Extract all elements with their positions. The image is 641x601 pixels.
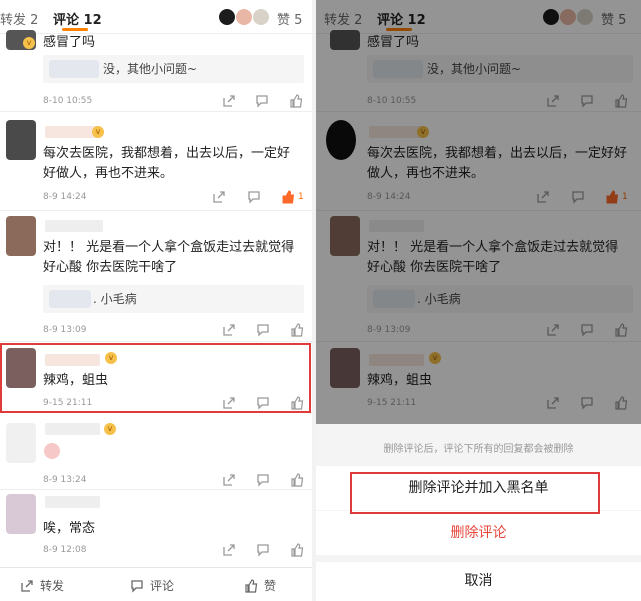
like-icon[interactable] xyxy=(290,473,306,487)
share-icon[interactable] xyxy=(222,473,238,487)
vip-badge-icon: v xyxy=(104,423,116,435)
liker-avatar xyxy=(235,8,253,26)
thumbs-up-icon xyxy=(245,578,258,593)
comment-list: v 感冒了吗 没，其他小问题~ 8-10 10:55 v 每次去医院，我都想着，… xyxy=(0,30,312,601)
share-icon[interactable] xyxy=(222,323,238,337)
liked-icon[interactable] xyxy=(281,190,297,204)
tab-likes[interactable]: 赞 5 xyxy=(277,9,302,28)
reply-icon[interactable] xyxy=(256,323,272,337)
reply-text: . 小毛病 xyxy=(93,292,137,306)
action-sheet: 删除评论后，评论下所有的回复都会被删除 删除评论并加入黑名单 删除评论 取消 xyxy=(316,424,641,601)
avatar[interactable] xyxy=(6,216,36,256)
reply-icon[interactable] xyxy=(255,94,271,108)
tab-comments-label: 评论 xyxy=(53,13,80,28)
like-label: 赞 xyxy=(264,579,277,593)
active-tab-indicator xyxy=(62,28,88,31)
like-icon[interactable] xyxy=(290,543,306,557)
tab-comments[interactable]: 评论 12 xyxy=(53,9,102,28)
username[interactable] xyxy=(45,423,100,435)
comment-text: 唉，常态 xyxy=(43,521,96,536)
reply-author xyxy=(49,290,91,308)
share-icon[interactable] xyxy=(222,94,238,108)
vip-badge-icon: v xyxy=(23,37,35,49)
comment-item[interactable]: 唉，常态 8-9 12:08 xyxy=(0,490,312,567)
delete-comment-button[interactable]: 删除评论 xyxy=(316,511,641,555)
comment-text: 对！！ 光是看一个人拿个盒饭走过去就觉得好心酸 你去医院干啥了 xyxy=(43,240,295,275)
username[interactable] xyxy=(45,496,100,508)
tab-bar: 转发 2 评论 12 赞 5 xyxy=(0,0,312,34)
comment-label: 评论 xyxy=(150,579,175,593)
screenshot-stage: 转发 2 评论 12 赞 5 v 感冒了吗 没，其他小问题~ 8-10 10:5… xyxy=(0,0,641,601)
comment-time: 8-9 13:24 xyxy=(43,475,87,485)
cancel-button[interactable]: 取消 xyxy=(316,562,641,601)
reply-icon[interactable] xyxy=(256,473,272,487)
reply-icon[interactable] xyxy=(256,543,272,557)
avatar[interactable] xyxy=(6,120,36,160)
comment-icon xyxy=(131,579,143,593)
comment-text: 感冒了吗 xyxy=(43,35,96,50)
comment-time: 8-10 10:55 xyxy=(43,96,93,106)
vip-badge-icon: v xyxy=(92,126,104,138)
selected-option-highlight xyxy=(350,472,600,514)
comment-item[interactable]: v 每次去医院，我都想着，出去以后，一定好好做人，再也不进来。 8-9 14:2… xyxy=(0,112,312,211)
action-sheet-hint: 删除评论后，评论下所有的回复都会被删除 xyxy=(383,444,574,455)
reply-text: 没，其他小问题~ xyxy=(103,62,198,76)
username[interactable] xyxy=(45,220,103,232)
comment-item[interactable]: 对！！ 光是看一个人拿个盒饭走过去就觉得好心酸 你去医院干啥了 . 小毛病 8-… xyxy=(0,211,312,342)
avatar[interactable] xyxy=(6,494,36,534)
comment-item[interactable]: v 感冒了吗 没，其他小问题~ 8-10 10:55 xyxy=(0,30,312,112)
reply-author xyxy=(49,60,99,78)
bottom-action-bar: 转发 评论 赞 xyxy=(0,567,312,601)
repost-button[interactable]: 转发 xyxy=(20,577,64,594)
liker-avatar xyxy=(218,8,236,26)
share-icon[interactable] xyxy=(212,190,228,204)
repost-label: 转发 xyxy=(40,579,65,593)
comments-screen-right: 转发 2 评论 12 赞 5 感冒了吗 没，其他小问题~ 8-10 10:55 … xyxy=(316,0,641,601)
comment-item[interactable]: v 8-9 13:24 xyxy=(0,413,312,490)
reply-preview[interactable]: . 小毛病 xyxy=(43,285,304,313)
comment-time: 8-9 12:08 xyxy=(43,545,87,555)
liker-avatar xyxy=(252,8,270,26)
reply-preview[interactable]: 没，其他小问题~ xyxy=(43,55,304,83)
like-icon[interactable] xyxy=(289,94,305,108)
share-icon[interactable] xyxy=(222,543,238,557)
selected-comment-highlight xyxy=(0,343,311,413)
comment-time: 8-9 14:24 xyxy=(43,192,87,202)
comment-button[interactable]: 评论 xyxy=(130,577,174,594)
tab-reposts[interactable]: 转发 2 xyxy=(0,9,38,28)
comments-screen-left: 转发 2 评论 12 赞 5 v 感冒了吗 没，其他小问题~ 8-10 10:5… xyxy=(0,0,312,601)
tab-comments-count: 12 xyxy=(83,13,102,28)
pig-emoji-icon xyxy=(44,443,60,459)
avatar[interactable] xyxy=(6,423,36,463)
comment-text: 每次去医院，我都想着，出去以后，一定好好做人，再也不进来。 xyxy=(43,146,291,181)
like-button[interactable]: 赞 xyxy=(244,577,276,594)
like-icon[interactable] xyxy=(290,323,306,337)
comment-time: 8-9 13:09 xyxy=(43,325,87,335)
reply-icon[interactable] xyxy=(247,190,263,204)
repost-icon xyxy=(21,579,33,592)
like-count: 1 xyxy=(298,192,304,202)
